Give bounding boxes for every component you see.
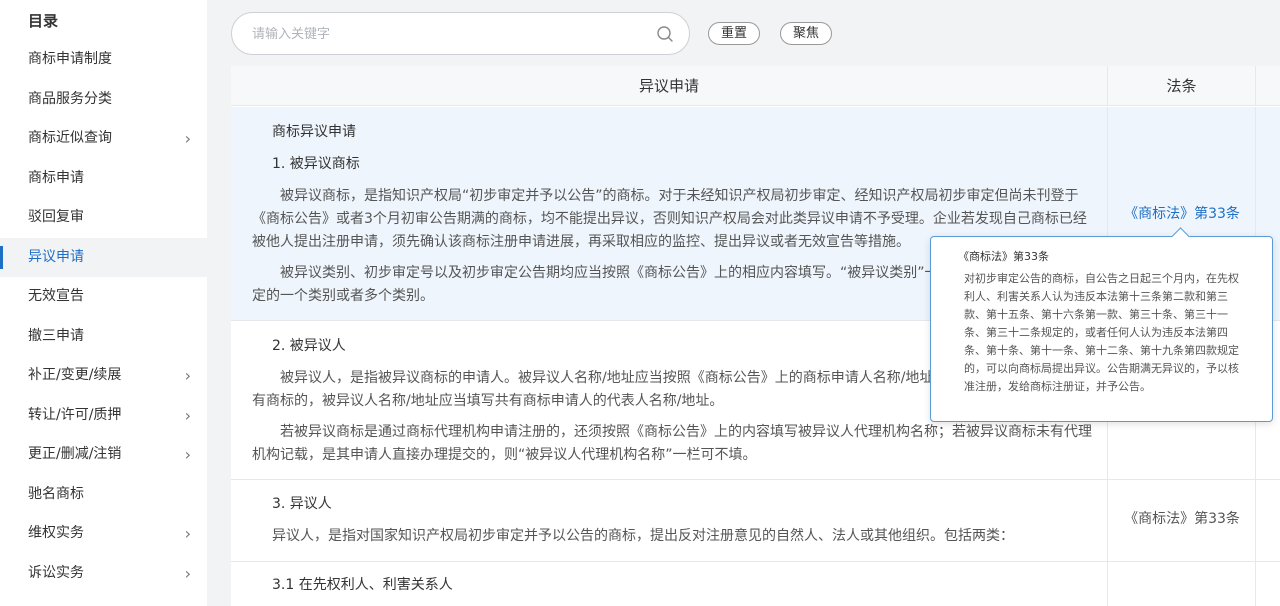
law-link[interactable]: 《商标法》第33条 <box>1108 203 1256 223</box>
sidebar-item[interactable]: 维权实务 › <box>0 514 207 554</box>
column-header-extra <box>1255 66 1280 106</box>
sidebar-item[interactable]: 诉讼实务 › <box>0 554 207 594</box>
chevron-right-icon: › <box>184 563 191 583</box>
sidebar-title: 目录 <box>28 12 59 30</box>
sidebar-item-label: 商品服务分类 <box>28 90 112 107</box>
sidebar-item-label: 驰名商标 <box>28 485 84 502</box>
sidebar-item-label: 商标近似查询 <box>28 130 112 146</box>
tooltip-body: 对初步审定公告的商标，自公告之日起三个月内，在先权利人、利害关系人认为违反本法第… <box>964 272 1239 393</box>
sidebar-item-label: 补正/变更/续展 <box>28 367 122 383</box>
sidebar-item-label: 无效宣告 <box>28 288 84 304</box>
section-title: 商标异议申请 <box>272 124 356 140</box>
sidebar-item[interactable]: 商标申请 <box>0 159 207 199</box>
sidebar-item[interactable]: 更正/删减/注销 › <box>0 435 207 475</box>
row-heading: 3. 异议人 <box>272 496 332 512</box>
column-header-main: 异议申请 <box>638 77 699 95</box>
sidebar-nav: 商标申请制度 商品服务分类 商标近似查询 › 商标申请驳回复审异议申请无效宣告撤三申请补… <box>0 40 207 593</box>
sidebar-item-label: 驳回复审 <box>28 209 84 225</box>
sidebar-item[interactable]: 撤三申请 <box>0 317 207 357</box>
sidebar-item[interactable]: 转让/许可/质押 › <box>0 396 207 436</box>
table-row: 3.1 在先权利人、利害关系人 <box>231 562 1280 606</box>
row-heading: 3.1 在先权利人、利害关系人 <box>272 577 453 593</box>
search-box[interactable] <box>231 12 690 55</box>
sidebar: 目录 商标申请制度 商品服务分类 商标近似查询 › 商标申请驳回复审异议申请无效宣告撤三… <box>0 0 207 606</box>
sidebar-item-label: 更正/删减/注销 <box>28 446 122 462</box>
sidebar-item-label: 商标申请制度 <box>28 51 112 67</box>
row-content: 3.1 在先权利人、利害关系人 <box>231 562 1107 606</box>
chevron-right-icon: › <box>184 445 191 464</box>
row-extra-cell <box>1255 480 1280 561</box>
column-header-law: 法条 <box>1107 66 1255 106</box>
row-law-cell <box>1107 562 1255 606</box>
law-link[interactable]: 《商标法》第33条 <box>1108 508 1256 528</box>
sidebar-item[interactable]: 驰名商标 <box>0 475 207 515</box>
sidebar-item-label: 商标申请 <box>28 169 84 186</box>
law-tooltip: 《商标法》第33条 对初步审定公告的商标，自公告之日起三个月内，在先权利人、利害… <box>930 236 1273 422</box>
focus-button[interactable]: 聚焦 <box>780 22 833 45</box>
sidebar-item-label: 维权实务 <box>28 525 84 541</box>
sidebar-item[interactable]: 补正/变更/续展 › <box>0 356 207 396</box>
sidebar-item[interactable]: 商标近似查询 › <box>0 119 207 159</box>
search-icon[interactable] <box>655 24 675 44</box>
table-row: 3. 异议人 异议人，是指对国家知识产权局初步审定并予以公告的商标，提出反对注册… <box>231 480 1280 562</box>
sidebar-item[interactable]: 商品服务分类 <box>0 80 207 120</box>
row-heading: 1. 被异议商标 <box>272 156 360 172</box>
tooltip-title: 《商标法》第33条 <box>958 250 1049 263</box>
chevron-right-icon: › <box>184 524 191 543</box>
chevron-right-icon: › <box>184 366 191 385</box>
sidebar-item[interactable]: 异议申请 <box>0 237 207 277</box>
sidebar-item-label: 异议申请 <box>28 248 84 265</box>
search-input[interactable] <box>252 23 652 45</box>
sidebar-item[interactable]: 商标申请制度 <box>0 40 207 80</box>
sidebar-item-label: 撤三申请 <box>28 327 84 344</box>
row-extra-cell <box>1255 562 1280 606</box>
sidebar-item-label: 转让/许可/质押 <box>28 406 122 423</box>
row-paragraph: 若被异议商标是通过商标代理机构申请注册的，还须按照《商标公告》上的内容填写被异议… <box>252 424 1092 463</box>
chevron-right-icon: › <box>184 129 191 148</box>
row-content: 3. 异议人 异议人，是指对国家知识产权局初步审定并予以公告的商标，提出反对注册… <box>231 480 1107 561</box>
sidebar-item[interactable]: 无效宣告 <box>0 277 207 317</box>
table-header: 异议申请 法条 <box>231 66 1280 106</box>
row-law-cell: 《商标法》第33条 <box>1107 480 1255 561</box>
chevron-right-icon: › <box>184 405 191 425</box>
sidebar-item[interactable]: 驳回复审 <box>0 198 207 238</box>
row-paragraph: 异议人，是指对国家知识产权局初步审定并予以公告的商标，提出反对注册意见的自然人、… <box>272 528 1014 544</box>
reset-button[interactable]: 重置 <box>708 22 761 45</box>
sidebar-item-label: 诉讼实务 <box>28 564 84 581</box>
